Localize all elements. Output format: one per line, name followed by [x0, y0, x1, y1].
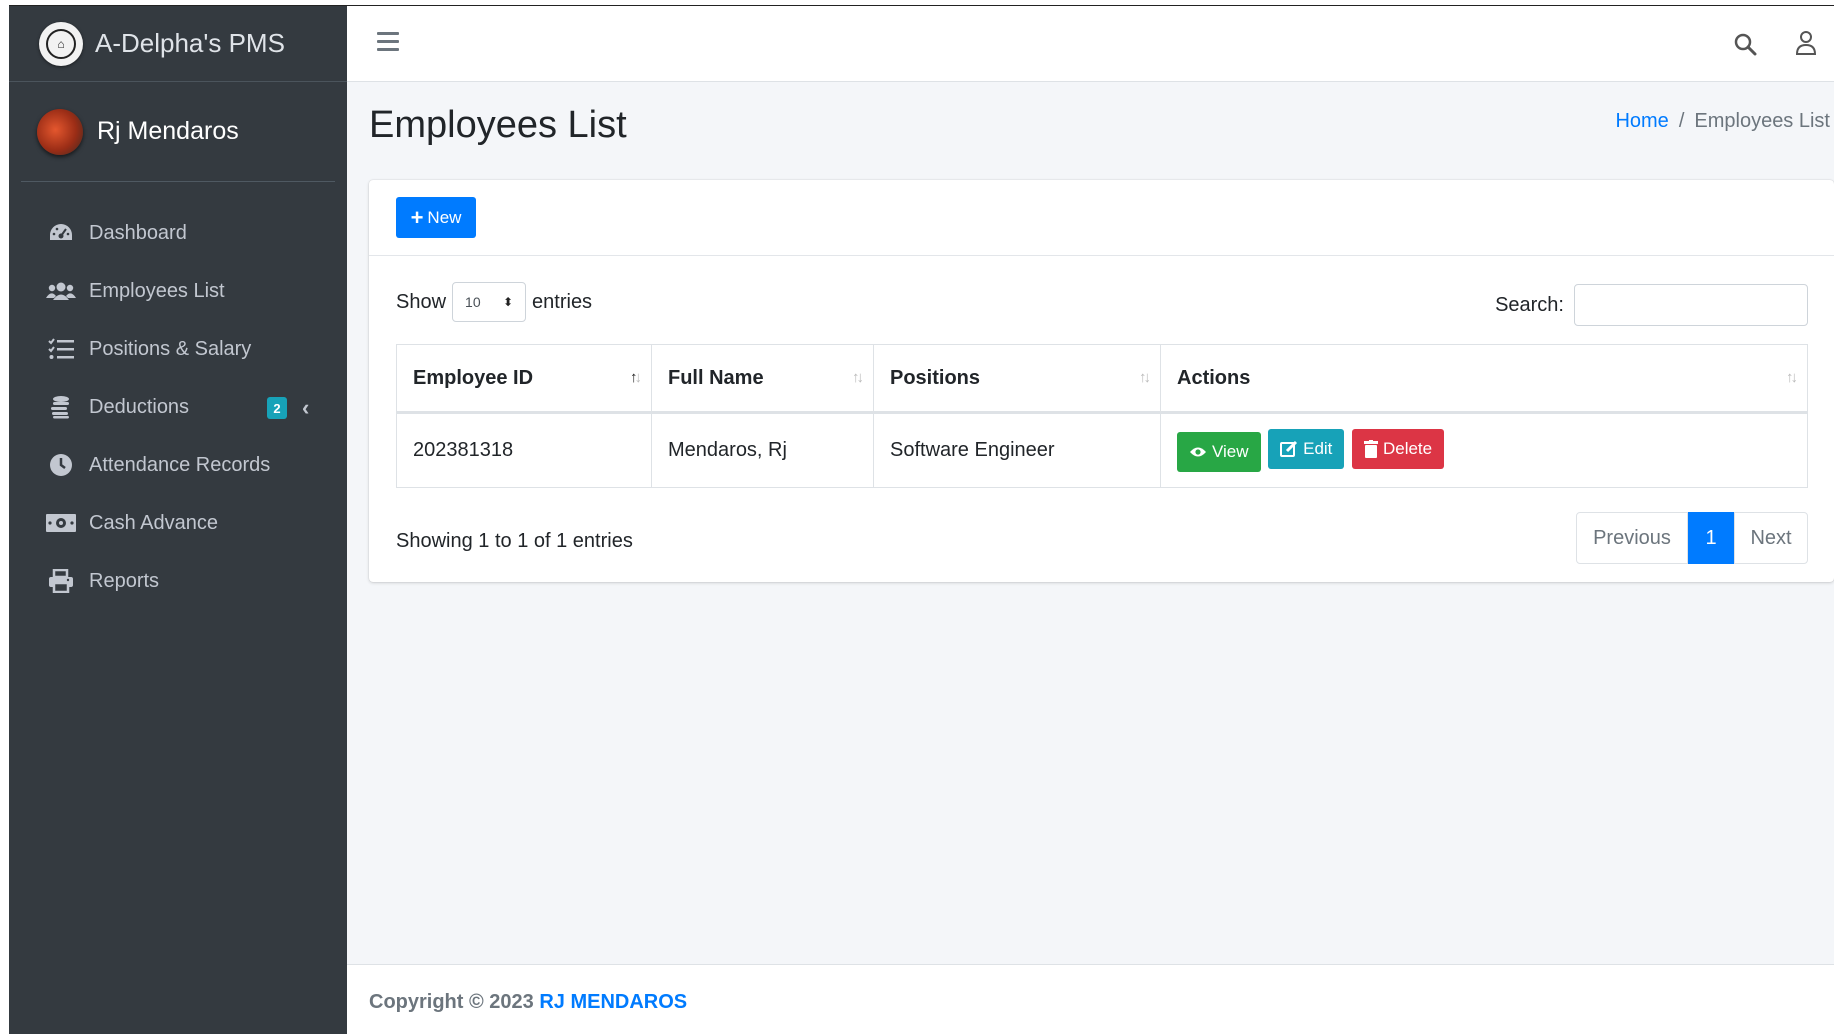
entries-length-control: Show 10 ⬍ entries: [396, 282, 592, 322]
content-wrapper: Employees List Home / Employees List + N…: [347, 82, 1834, 964]
column-header-employee-id[interactable]: Employee ID ↑↓: [396, 344, 652, 414]
sidebar-item-reports[interactable]: Reports: [9, 552, 347, 610]
sort-icon: ↑↓: [1786, 369, 1798, 386]
search-label: Search:: [1495, 293, 1564, 316]
card-header: + New: [369, 180, 1834, 256]
money-bill-icon: [45, 511, 77, 535]
breadcrumb-home-link[interactable]: Home: [1615, 110, 1668, 133]
footer-brand-link[interactable]: RJ MENDAROS: [539, 991, 687, 1013]
sidebar-item-label: Attendance Records: [89, 453, 271, 476]
sidebar-item-label: Positions & Salary: [89, 337, 252, 360]
trash-icon: [1363, 440, 1378, 458]
sidebar-item-employees[interactable]: Employees List: [9, 262, 347, 320]
edit-icon: [1280, 440, 1298, 457]
chevron-left-icon[interactable]: ‹: [302, 395, 309, 421]
coins-icon: [45, 395, 77, 419]
clock-icon: [45, 453, 77, 477]
cell-position: Software Engineer: [873, 412, 1161, 488]
show-label: Show: [396, 290, 447, 313]
cell-employee-id: 202381318: [396, 412, 652, 488]
delete-button[interactable]: Delete: [1351, 429, 1445, 469]
edit-button[interactable]: Edit: [1268, 429, 1345, 469]
copyright-text: Copyright © 2023: [369, 991, 534, 1013]
pagination-previous[interactable]: Previous: [1576, 512, 1688, 564]
sidebar-item-label: Reports: [89, 569, 160, 592]
cell-actions: View Edit Delete: [1160, 412, 1808, 488]
entries-label: entries: [532, 290, 593, 313]
table-search-control: Search:: [1495, 284, 1808, 326]
breadcrumb-current: Employees List: [1694, 110, 1830, 132]
plus-icon: +: [410, 204, 424, 230]
sidebar-item-positions-salary[interactable]: Positions & Salary: [9, 320, 347, 378]
user-name: Rj Mendaros: [97, 117, 239, 145]
sidebar-item-dashboard[interactable]: Dashboard: [9, 204, 347, 262]
sort-icon: ↑↓: [852, 369, 864, 386]
sidebar-nav: Dashboard Employees List Positions & Sal…: [9, 182, 347, 610]
employees-table: Employee ID ↑↓ Full Name ↑↓ Positions ↑↓…: [396, 344, 1808, 488]
table-row: 202381318 Mendaros, Rj Software Engineer…: [396, 412, 1808, 488]
menu-toggle-icon[interactable]: [377, 32, 399, 56]
print-icon: [45, 569, 77, 593]
column-header-full-name[interactable]: Full Name ↑↓: [651, 344, 874, 414]
pagination-next[interactable]: Next: [1734, 512, 1808, 564]
brand-link[interactable]: ⌂ A-Delpha's PMS: [9, 6, 347, 82]
main-sidebar: ⌂ A-Delpha's PMS Rj Mendaros Dashboard E…: [9, 6, 347, 1034]
brand-text: A-Delpha's PMS: [95, 28, 285, 58]
pagination-page-1[interactable]: 1: [1688, 512, 1734, 564]
breadcrumb-separator: /: [1678, 110, 1685, 132]
new-button-label: New: [427, 207, 462, 227]
select-arrows-icon: ⬍: [502, 295, 514, 309]
sidebar-item-label: Cash Advance: [89, 511, 218, 534]
search-icon[interactable]: [1733, 32, 1757, 61]
sidebar-item-label: Employees List: [89, 279, 225, 302]
sidebar-item-attendance[interactable]: Attendance Records: [9, 436, 347, 494]
dashboard-icon: [45, 221, 77, 245]
view-button[interactable]: View: [1177, 432, 1261, 472]
table-header-row: Employee ID ↑↓ Full Name ↑↓ Positions ↑↓…: [396, 344, 1808, 414]
top-navbar: [347, 6, 1834, 82]
avatar: [37, 108, 83, 155]
list-check-icon: [45, 337, 77, 361]
sidebar-item-label: Deductions: [89, 395, 190, 418]
pagination: Previous 1 Next: [1576, 512, 1808, 564]
cell-full-name: Mendaros, Rj: [651, 412, 874, 488]
deductions-count-badge: 2: [267, 397, 287, 419]
users-icon: [45, 279, 77, 303]
user-icon[interactable]: [1794, 30, 1818, 61]
sort-icon: ↑↓: [1139, 369, 1151, 386]
brand-logo-icon: ⌂: [39, 21, 83, 66]
breadcrumb: Home / Employees List: [1615, 110, 1830, 133]
entries-select-value: 10: [465, 294, 481, 310]
sidebar-item-cash-advance[interactable]: Cash Advance: [9, 494, 347, 552]
user-panel[interactable]: Rj Mendaros: [21, 82, 335, 182]
employees-card: + New Show 10 ⬍ entries Search: Employee…: [369, 180, 1834, 582]
column-header-actions[interactable]: Actions ↑↓: [1160, 344, 1808, 414]
column-header-positions[interactable]: Positions ↑↓: [873, 344, 1161, 414]
window-frame-left: [0, 0, 9, 1034]
sort-asc-icon: ↑↓: [630, 369, 642, 386]
sidebar-item-deductions[interactable]: Deductions 2 ‹: [9, 378, 347, 436]
table-info: Showing 1 to 1 of 1 entries: [396, 530, 633, 552]
sidebar-item-label: Dashboard: [89, 221, 187, 244]
entries-select[interactable]: 10 ⬍: [452, 282, 527, 322]
main-footer: Copyright © 2023 RJ MENDAROS: [347, 964, 1834, 1034]
table-search-input[interactable]: [1574, 284, 1808, 326]
page-title: Employees List: [369, 104, 627, 146]
eye-icon: [1190, 447, 1206, 457]
new-employee-button[interactable]: + New: [396, 197, 476, 238]
